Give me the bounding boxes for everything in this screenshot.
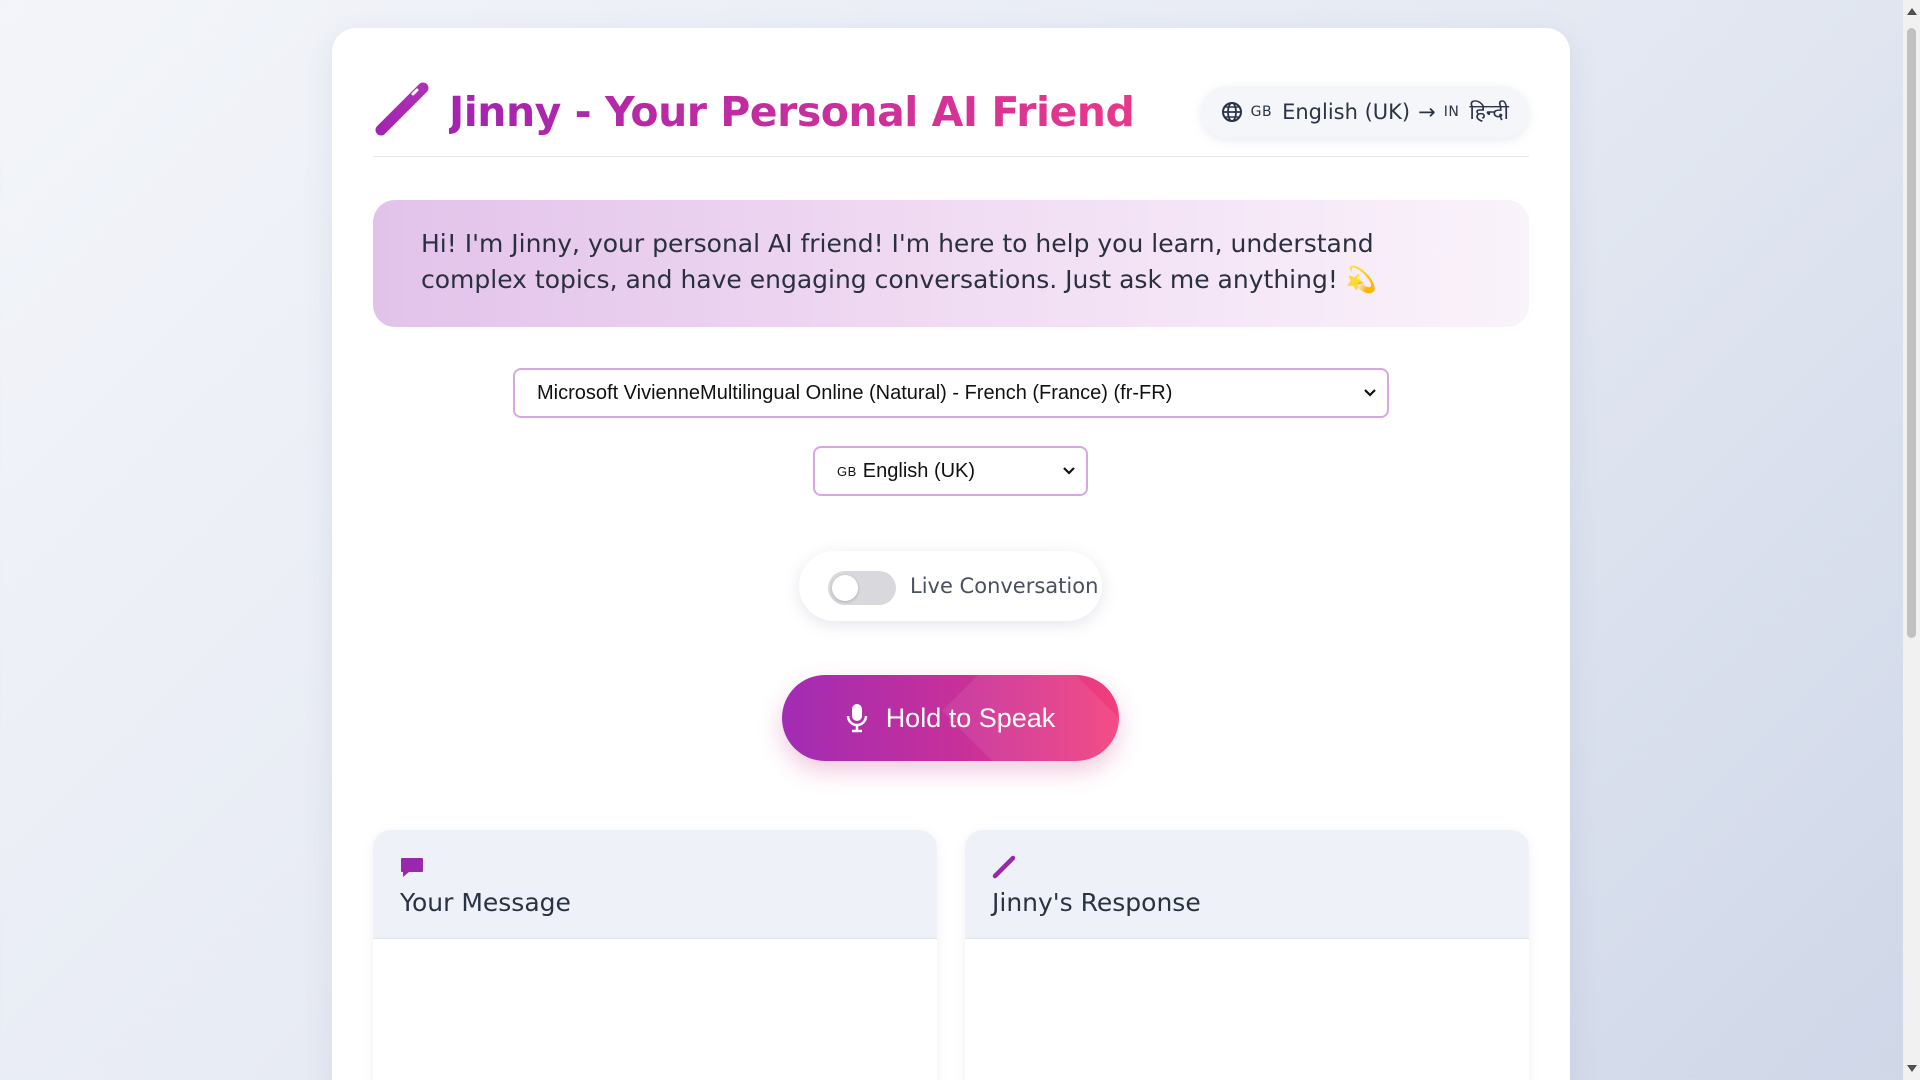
flag-in-icon: IN — [1443, 104, 1460, 120]
globe-icon — [1221, 102, 1242, 122]
hold-to-speak-label: Hold to Speak — [885, 702, 1056, 733]
voice-select[interactable]: Microsoft VivienneMultilingual Online (N… — [513, 368, 1389, 418]
chevron-down-icon — [1063, 467, 1075, 475]
arrow-right-icon: → — [1418, 100, 1436, 124]
panel-title: Your Message — [400, 888, 571, 917]
flag-gb-icon: GB — [837, 463, 857, 479]
panel-header: Jinny's Response — [965, 830, 1529, 939]
app-header: Jinny - Your Personal AI Friend GB Engli… — [373, 70, 1529, 157]
your-message-panel: Your Message — [373, 830, 937, 1080]
page-title: Jinny - Your Personal AI Friend — [449, 88, 1135, 136]
panel-header: Your Message — [373, 830, 937, 939]
chevron-down-icon — [1364, 389, 1376, 397]
panel-title: Jinny's Response — [992, 888, 1201, 917]
language-select[interactable]: GB English (UK) — [813, 446, 1088, 496]
live-conversation-control: Live Conversation — [799, 551, 1102, 621]
language-pair-badge: GB English (UK) → IN हिन्दी — [1200, 86, 1529, 138]
live-conversation-label: Live Conversation — [910, 574, 1099, 598]
chat-bubble-icon — [401, 858, 423, 877]
vertical-scrollbar[interactable] — [1903, 0, 1920, 1080]
flag-gb-icon: GB — [1250, 104, 1273, 120]
scroll-down-arrow-icon[interactable] — [1907, 1065, 1917, 1072]
scroll-up-arrow-icon[interactable] — [1907, 8, 1917, 15]
magic-wand-icon — [992, 855, 1016, 879]
live-conversation-toggle[interactable] — [828, 571, 896, 605]
voice-select-value: Microsoft VivienneMultilingual Online (N… — [537, 381, 1173, 404]
toggle-knob — [832, 575, 858, 601]
source-language-label: English (UK) — [1282, 100, 1411, 124]
language-select-value: English (UK) — [862, 459, 976, 482]
main-card: Jinny - Your Personal AI Friend GB Engli… — [332, 28, 1570, 1080]
microphone-icon — [846, 704, 867, 733]
intro-message: Hi! I'm Jinny, your personal AI friend! … — [373, 200, 1529, 327]
magic-wand-icon — [375, 82, 429, 136]
jinny-response-panel: Jinny's Response — [965, 830, 1529, 1080]
target-language-label: हिन्दी — [1469, 100, 1509, 124]
hold-to-speak-button[interactable]: Hold to Speak — [782, 675, 1119, 761]
scrollbar-thumb[interactable] — [1907, 28, 1916, 638]
